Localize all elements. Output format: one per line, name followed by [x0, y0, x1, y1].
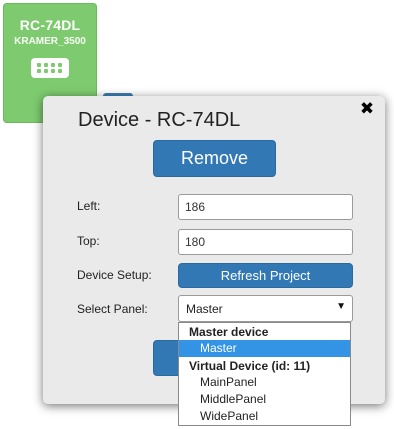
option-mainpanel[interactable]: MainPanel — [179, 374, 350, 391]
select-panel-options: Master device Master Virtual Device (id:… — [178, 322, 351, 426]
left-label: Left: — [77, 199, 101, 213]
remove-button[interactable]: Remove — [153, 140, 276, 177]
keypad-icon — [30, 56, 70, 80]
select-panel-label: Select Panel: — [77, 302, 148, 316]
dialog-title: Device - RC-74DL — [78, 109, 241, 131]
option-widepanel[interactable]: WidePanel — [179, 408, 350, 425]
top-label: Top: — [77, 234, 100, 248]
option-group-label: Master device — [189, 325, 269, 339]
top-input[interactable]: 180 — [178, 229, 353, 255]
device-tile-subtitle: KRAMER_3500 — [14, 36, 86, 47]
select-panel-dropdown[interactable]: Master ▼ — [178, 295, 353, 322]
refresh-project-button[interactable]: Refresh Project — [178, 263, 353, 288]
dropdown-arrow-icon[interactable]: ▼ — [336, 301, 346, 312]
option-middlepanel[interactable]: MiddlePanel — [179, 391, 350, 408]
option-master[interactable]: Master — [179, 340, 350, 357]
close-icon[interactable]: ✖ — [358, 100, 376, 118]
select-panel-value: Master — [186, 302, 223, 316]
left-input[interactable]: 186 — [178, 194, 353, 220]
option-group-label: Virtual Device (id: 11) — [189, 359, 311, 373]
device-tile-name: RC-74DL — [19, 17, 81, 33]
device-setup-label: Device Setup: — [77, 268, 152, 282]
